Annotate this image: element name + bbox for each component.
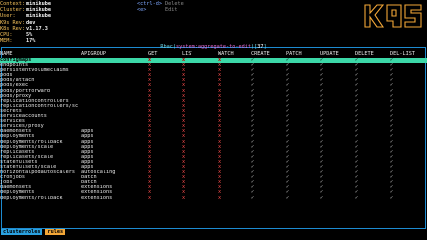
k9s-logo	[364, 4, 422, 28]
column-header-list[interactable]: LIST	[182, 51, 192, 57]
column-header-create[interactable]: CREATE	[251, 51, 273, 57]
table-header[interactable]: NAMEAPIGROUPGET LIST WATCH CREATE PATCH UPDAT…	[0, 51, 427, 57]
column-header-delete[interactable]: DELETE	[355, 51, 377, 57]
allow-icon: ✓	[251, 195, 255, 201]
crumb-rules[interactable]: rules	[45, 229, 66, 235]
column-header-watch[interactable]: WATCH	[218, 51, 240, 57]
table-title: Rbac(system:aggregate-to-edit)[37]	[160, 44, 267, 50]
resource-name: system:aggregate-to-edit	[176, 44, 251, 50]
column-header-del-list[interactable]: DEL-LIST	[390, 51, 416, 57]
key-hints: <ctrl-d> Delete <e> Edit	[137, 1, 184, 13]
cell-name: deployments/rollback	[0, 195, 63, 201]
column-header-update[interactable]: UPDATE	[320, 51, 342, 57]
column-header-patch[interactable]: PATCH	[286, 51, 306, 57]
breadcrumb: clusterroles rules	[1, 229, 66, 235]
allow-icon: ✓	[320, 195, 324, 201]
cell-apigroup: extensions	[81, 195, 113, 201]
table-body: configmaps x x x ✓ ✓ ✓ ✓ ✓ endpoints x x x ✓ ✓ ✓ ✓ ✓ persi…	[0, 58, 427, 201]
deny-icon: x	[218, 195, 222, 201]
column-header-apigroup[interactable]: APIGROUP	[81, 51, 145, 57]
cluster-info: Context: minikube Cluster: minikube User: min…	[0, 1, 51, 44]
hint-desc: Edit	[165, 7, 178, 14]
allow-icon: ✓	[390, 195, 394, 201]
table-row[interactable]: deployments/rollback extensions x x x ✓ ✓ ✓ ✓ ✓	[0, 196, 427, 201]
deny-icon: x	[182, 195, 186, 201]
crumb-clusterroles[interactable]: clusterroles	[1, 229, 43, 235]
allow-icon: ✓	[355, 195, 359, 201]
column-header-name[interactable]: NAME	[0, 51, 78, 57]
key-hint: <e> Edit	[137, 7, 184, 13]
deny-icon: x	[148, 195, 152, 201]
allow-icon: ✓	[286, 195, 290, 201]
column-header-get[interactable]: GET	[148, 51, 158, 57]
hint-key: <ctrl-d>	[137, 1, 162, 7]
hint-desc: Delete	[165, 1, 184, 7]
hint-key: <e>	[137, 7, 147, 14]
